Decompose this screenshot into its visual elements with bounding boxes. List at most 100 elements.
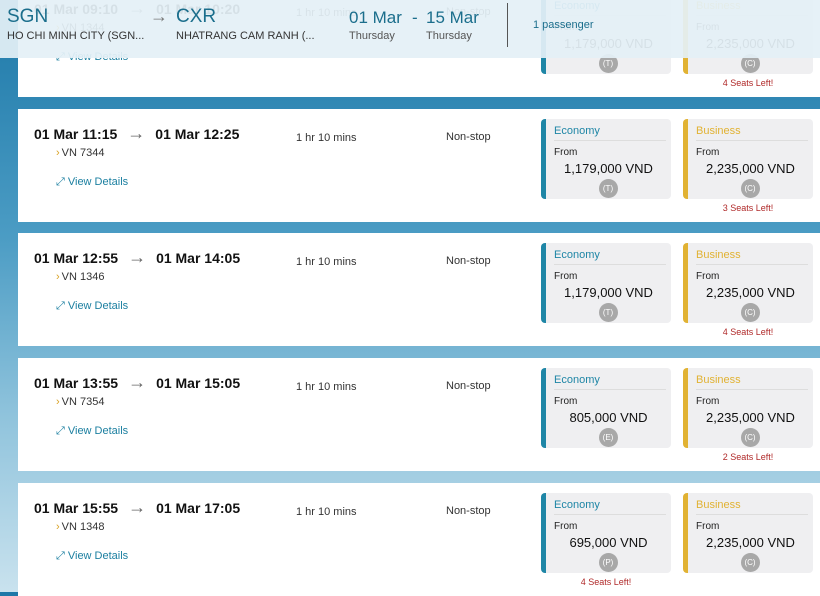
arrival-time: 01 Mar 15:05 <box>156 374 241 391</box>
expand-icon: ⤢ <box>56 300 68 312</box>
flight-number: › VN 7344 <box>56 147 104 159</box>
fare-class: Economy <box>554 125 666 141</box>
flight-number: › VN 1348 <box>56 521 104 533</box>
flight-row: 01 Mar 13:55 → 01 Mar 15:05 › VN 7354 ⤢ Vie… <box>18 358 820 471</box>
flight-times: 01 Mar 15:55 → 01 Mar 17:05 <box>34 497 240 518</box>
departure-time: 01 Mar 13:55 <box>34 374 119 391</box>
business-fare-button[interactable]: Business From 2,235,000 VND (C) <box>683 243 813 323</box>
flight-number: › VN 1346 <box>56 271 104 283</box>
search-summary-header: SGN HO CHI MINH CITY (SGN... → CXR NHATR… <box>0 0 820 58</box>
chevron-right-icon: › <box>56 147 60 159</box>
chevron-right-icon: › <box>56 521 60 533</box>
fare-class: Business <box>696 374 808 390</box>
flight-number-text: VN 7354 <box>61 396 105 408</box>
date-separator: - <box>412 8 418 27</box>
flight-number: › VN 7354 <box>56 396 104 408</box>
view-details-link[interactable]: ⤢ View Details <box>56 425 128 438</box>
from-label: From <box>696 147 720 158</box>
business-fare-button[interactable]: Business From 2,235,000 VND (C) <box>683 119 813 199</box>
flight-times: 01 Mar 13:55 → 01 Mar 15:05 <box>34 372 240 393</box>
depart-date[interactable]: 01 Mar <box>349 8 402 28</box>
fare-class: Economy <box>554 499 666 515</box>
economy-fare-button[interactable]: Economy From 805,000 VND (E) <box>541 368 671 448</box>
fare-class: Economy <box>554 374 666 390</box>
arrow-right-icon: → <box>128 247 147 267</box>
flight-number-text: VN 1348 <box>61 521 105 533</box>
booking-class-badge: (C) <box>740 428 760 447</box>
flight-row: 01 Mar 11:15 → 01 Mar 12:25 › VN 7344 ⤢ Vie… <box>18 109 820 222</box>
departure-time: 01 Mar 12:55 <box>34 249 119 266</box>
arrow-right-icon: → <box>128 372 147 392</box>
fare-class: Economy <box>554 249 666 265</box>
flight-row: 01 Mar 15:55 → 01 Mar 17:05 › VN 1348 ⤢ Vie… <box>18 483 820 596</box>
arrival-time: 01 Mar 12:25 <box>155 125 240 142</box>
arrow-right-icon: → <box>128 497 147 517</box>
fare-price: 2,235,000 VND <box>706 285 795 300</box>
return-day: Thursday <box>426 30 472 42</box>
view-details-link[interactable]: ⤢ View Details <box>56 176 128 189</box>
view-details-link[interactable]: ⤢ View Details <box>56 300 128 313</box>
duration: 1 hr 10 mins <box>296 506 357 518</box>
view-details-label: View Details <box>67 425 129 437</box>
origin-code: SGN <box>7 6 49 27</box>
from-label: From <box>554 271 578 282</box>
fare-price: 1,179,000 VND <box>564 285 653 300</box>
economy-fare-button[interactable]: Economy From 1,179,000 VND (T) <box>541 119 671 199</box>
from-label: From <box>696 396 720 407</box>
fare-price: 2,235,000 VND <box>706 410 795 425</box>
duration: 1 hr 10 mins <box>296 256 357 268</box>
stops: Non-stop <box>446 255 491 267</box>
destination-code: CXR <box>176 6 217 27</box>
seats-left: 4 Seats Left! <box>722 78 774 88</box>
economy-fare-button[interactable]: Economy From 695,000 VND (P) <box>541 493 671 573</box>
depart-day: Thursday <box>349 30 395 42</box>
fare-price: 2,235,000 VND <box>706 535 795 550</box>
fare-price: 2,235,000 VND <box>706 161 795 176</box>
arrow-right-icon: → <box>127 123 146 143</box>
fare-price: 1,179,000 VND <box>564 161 653 176</box>
booking-class-badge: (T) <box>598 179 618 198</box>
booking-class-badge: (P) <box>598 553 618 572</box>
destination-name: NHATRANG CAM RANH (... <box>176 30 315 42</box>
flight-number-text: VN 7344 <box>61 147 105 159</box>
passenger-count[interactable]: 1 passenger <box>533 19 594 31</box>
from-label: From <box>554 396 578 407</box>
view-details-label: View Details <box>67 550 129 562</box>
chevron-right-icon: › <box>56 271 60 283</box>
departure-time: 01 Mar 11:15 <box>34 125 118 142</box>
stops: Non-stop <box>446 380 491 392</box>
return-date[interactable]: 15 Mar <box>426 8 479 28</box>
expand-icon: ⤢ <box>56 176 68 188</box>
route-arrow-icon: → <box>150 6 168 26</box>
departure-time: 01 Mar 15:55 <box>34 499 119 516</box>
flight-times: 01 Mar 12:55 → 01 Mar 14:05 <box>34 247 240 268</box>
view-details-label: View Details <box>67 300 129 312</box>
flight-times: 01 Mar 11:15 → 01 Mar 12:25 <box>34 123 239 144</box>
economy-fare-button[interactable]: Economy From 1,179,000 VND (T) <box>541 243 671 323</box>
stops: Non-stop <box>446 505 491 517</box>
from-label: From <box>696 271 720 282</box>
from-label: From <box>554 147 578 158</box>
from-label: From <box>554 521 578 532</box>
business-fare-button[interactable]: Business From 2,235,000 VND (C) <box>683 493 813 573</box>
origin-name: HO CHI MINH CITY (SGN... <box>7 30 145 42</box>
booking-class-badge: (T) <box>598 303 618 322</box>
duration: 1 hr 10 mins <box>296 381 357 393</box>
seats-left: 2 Seats Left! <box>722 452 774 462</box>
header-divider <box>507 3 508 47</box>
seats-left: 4 Seats Left! <box>722 327 774 337</box>
arrival-time: 01 Mar 17:05 <box>156 499 241 516</box>
fare-price: 805,000 VND <box>569 410 648 425</box>
fare-class: Business <box>696 499 808 515</box>
expand-icon: ⤢ <box>56 425 68 437</box>
booking-class-badge: (C) <box>740 179 760 198</box>
arrival-time: 01 Mar 14:05 <box>156 249 241 266</box>
view-details-link[interactable]: ⤢ View Details <box>56 550 128 563</box>
fare-class: Business <box>696 249 808 265</box>
business-fare-button[interactable]: Business From 2,235,000 VND (C) <box>683 368 813 448</box>
view-details-label: View Details <box>67 176 129 188</box>
chevron-right-icon: › <box>56 396 60 408</box>
seats-left: 4 Seats Left! <box>580 577 632 587</box>
flight-number-text: VN 1346 <box>61 271 105 283</box>
stops: Non-stop <box>446 131 491 143</box>
